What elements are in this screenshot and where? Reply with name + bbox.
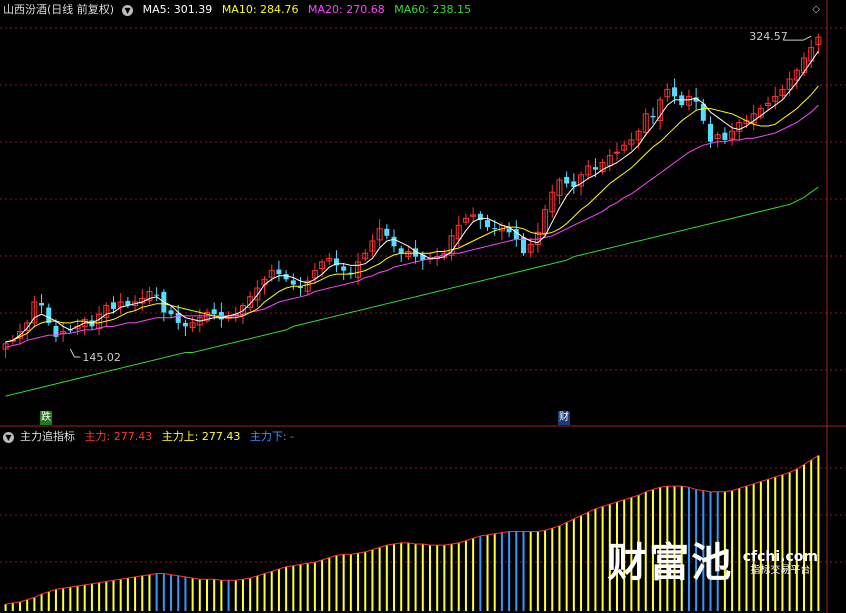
candle-body [722, 132, 728, 140]
ma5-value: MA5: 301.39 [142, 3, 213, 16]
candle-body [384, 228, 390, 236]
candle-body [506, 228, 512, 233]
candle-body [182, 322, 188, 327]
candle-body [154, 294, 160, 296]
ma20-value: MA20: 270.68 [308, 3, 385, 16]
chart-header: 山西汾酒(日线 前复权) ▼ MA5: 301.39 MA10: 284.76 M… [3, 1, 477, 19]
chevron-down-icon[interactable]: ▼ [3, 431, 14, 443]
stock-title[interactable]: 山西汾酒(日线 前复权) [3, 3, 114, 16]
price-annotation: 145.02 [82, 351, 121, 364]
candle-body [211, 309, 217, 315]
ma60-line [5, 186, 819, 397]
watermark-subtitle: 指标交易平台 [750, 565, 811, 576]
candle-body [614, 151, 620, 154]
candle-body [46, 307, 52, 323]
ma20-line [5, 104, 819, 348]
candle-body [341, 266, 347, 271]
watermark-right: cfchi.com 指标交易平台 [743, 549, 818, 577]
ma60-value: MA60: 238.15 [394, 3, 471, 16]
candle-body [89, 320, 95, 327]
watermark-site: cfchi.com [742, 549, 818, 565]
watermark-title: 财富池 [607, 540, 734, 586]
marker-left: 跌 [40, 411, 52, 425]
candle-body [708, 123, 714, 142]
indicator-down-value: 主力下: - [249, 430, 295, 443]
candle-body [592, 167, 598, 170]
candle-body [672, 87, 678, 97]
marker-right: 财 [558, 411, 570, 425]
candle-body [168, 310, 174, 315]
watermark: 财富池 cfchi.com 指标交易平台 [607, 541, 818, 585]
candle-body [276, 269, 282, 275]
candle-body [39, 303, 45, 306]
indicator-up-value: 主力上: 277.43 [161, 430, 241, 443]
candle-body [492, 228, 498, 230]
annotation-leader [69, 348, 81, 358]
chevron-down-icon[interactable]: ▼ [122, 4, 134, 16]
price-annotation: 324.57 [749, 30, 788, 43]
indicator-header: ▼ 主力追指标 主力: 277.43 主力上: 277.43 主力下: - [3, 428, 300, 446]
diamond-icon[interactable]: ◇ [812, 4, 820, 15]
candle-body [298, 286, 304, 289]
candle-body [110, 302, 116, 309]
candle-body [398, 248, 404, 254]
candle-body [391, 236, 397, 247]
candle-body [290, 280, 296, 285]
indicator-name[interactable]: 主力追指标 [20, 430, 75, 443]
candle-body [485, 220, 491, 228]
candle-body [175, 313, 181, 323]
stock-chart: 324.57 145.02 [0, 0, 846, 613]
candle-body [650, 115, 656, 118]
indicator-main-value: 主力: 277.43 [84, 430, 153, 443]
candle-body [564, 176, 570, 184]
ma10-value: MA10: 284.76 [221, 3, 299, 16]
